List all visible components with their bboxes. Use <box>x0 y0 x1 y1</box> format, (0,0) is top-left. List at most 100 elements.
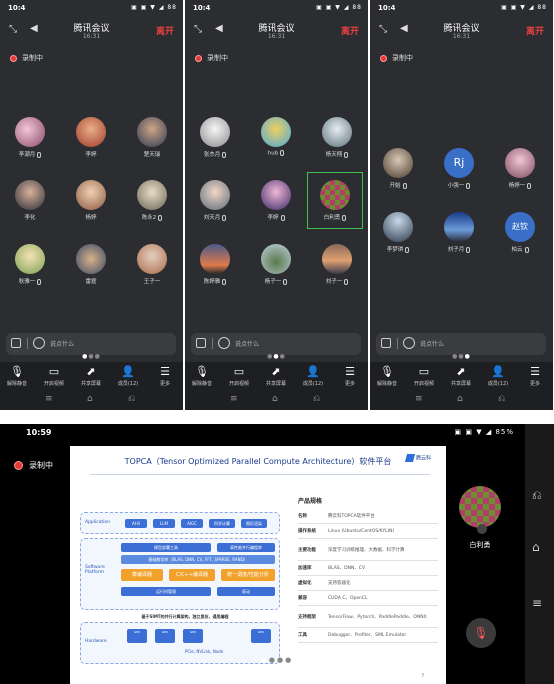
chat-bar[interactable]: 说点什么 <box>376 333 546 355</box>
mic-icon <box>222 151 227 158</box>
chat-icon[interactable] <box>11 338 21 348</box>
self-name: 白利勇 <box>469 541 491 549</box>
participant-tile[interactable]: 秋雅一 <box>8 244 52 285</box>
status-bar: 10:4 ▣ ▣ ▼ ◢ 88 <box>0 0 183 16</box>
unmute-button[interactable]: 🎙 解除静音 <box>0 365 34 387</box>
toolbar-label: 解除静音 <box>376 381 397 387</box>
members-button[interactable]: 👤 成员(12) <box>296 365 330 387</box>
participant-tile[interactable]: 李婷 <box>69 117 113 158</box>
home-nav-icon[interactable]: ⌂ <box>457 394 463 404</box>
back-nav-icon[interactable]: ⎌ <box>128 394 135 404</box>
video-button[interactable]: ▭ 开启视频 <box>37 365 71 387</box>
participant-tile[interactable]: 刘子一 <box>315 244 359 285</box>
interconnect-label: PCIe, NVLink, Node <box>185 649 224 654</box>
participant-name: 李婷 <box>85 152 97 158</box>
participant-tile[interactable]: 陈永2 <box>130 180 174 221</box>
spec-value: Linux (Ubuntu/CentOS/KYLIN) <box>328 528 395 534</box>
unmute-button[interactable]: 🎙 解除静音 <box>370 365 404 387</box>
participant-tile[interactable]: 李婷 <box>254 180 298 221</box>
menu-nav-icon[interactable]: ≡ <box>532 596 542 610</box>
chat-bar[interactable]: 说点什么 <box>6 333 176 355</box>
participant-tile[interactable]: 李潮月 <box>8 117 52 158</box>
avatar <box>261 244 291 274</box>
members-button[interactable]: 👤 成员(12) <box>111 365 145 387</box>
mic-icon <box>37 278 42 285</box>
more-button[interactable]: ☰ 更多 <box>148 365 182 387</box>
chat-placeholder[interactable]: 说点什么 <box>50 339 74 348</box>
mic-icon <box>342 214 347 221</box>
emoji-icon[interactable] <box>33 337 45 349</box>
participant-name: 杨婷一 <box>508 183 526 189</box>
spec-heading: 产品规格 <box>298 498 323 505</box>
participant-tile[interactable]: 杨婷一 <box>498 148 542 189</box>
spec-key: 兼容 <box>298 596 307 601</box>
members-icon: 👤 <box>306 365 320 378</box>
participant-tile[interactable]: 陈婷雅 <box>193 244 237 285</box>
chat-icon[interactable] <box>196 338 206 348</box>
leave-button[interactable]: 离开 <box>526 24 544 37</box>
participant-tile[interactable]: 刘子月 <box>437 212 481 253</box>
spec-key: 工具 <box>298 633 307 638</box>
participant-tile[interactable]: 楚天瑞 <box>130 117 174 158</box>
avatar <box>200 117 230 147</box>
participant-tile[interactable]: Rj 小强一 <box>437 148 481 189</box>
meeting-header: ⤡ ◀ 腾讯会议 16:31 离开 <box>185 18 368 44</box>
status-icons: ▣ ▣ ▼ ◢ 88 <box>131 4 177 11</box>
more-button[interactable]: ☰ 更多 <box>333 365 367 387</box>
recording-indicator: 录制中 <box>195 53 228 63</box>
members-button[interactable]: 👤 成员(12) <box>481 365 515 387</box>
mic-icon <box>222 278 227 285</box>
participant-tile[interactable]: 开始 <box>376 148 420 189</box>
leave-button[interactable]: 离开 <box>341 24 359 37</box>
participant-name: 杨天翔 <box>325 152 343 158</box>
participant-tile[interactable]: 杨天翔 <box>315 117 359 158</box>
participant-tile[interactable]: 李化 <box>8 180 52 221</box>
mute-toggle-button[interactable]: 🎙 <box>466 618 496 648</box>
recording-indicator: 录制中 <box>380 53 413 63</box>
app-pill: 图形渲染 <box>241 519 267 528</box>
chat-placeholder[interactable]: 说点什么 <box>420 339 444 348</box>
chat-bar[interactable]: 说点什么 <box>191 333 361 355</box>
toolbar-label: 更多 <box>344 381 355 387</box>
participant-tile[interactable]: 王子一 <box>130 244 174 285</box>
share-screen-button[interactable]: ⬈ 共享屏幕 <box>444 365 478 387</box>
participant-tile-active[interactable]: 白利勇 <box>313 180 357 221</box>
participant-tile[interactable]: hub <box>254 117 298 157</box>
video-button[interactable]: ▭ 开启视频 <box>222 365 256 387</box>
more-button[interactable]: ☰ 更多 <box>518 365 552 387</box>
unmute-button[interactable]: 🎙 解除静音 <box>185 365 219 387</box>
back-nav-icon[interactable]: ⎌ <box>498 394 505 404</box>
participant-tile[interactable]: 赵钦 柏云 <box>498 212 542 253</box>
participant-tile[interactable]: 杨子一 <box>254 244 298 285</box>
video-button[interactable]: ▭ 开启视频 <box>407 365 441 387</box>
spec-row: 支持框架 TensorFlow、Pytorch、PaddlePaddle、ONNX <box>298 606 438 628</box>
participant-name: 李潮月 <box>18 152 36 158</box>
back-nav-icon[interactable]: ⎌ <box>313 394 320 404</box>
menu-nav-icon[interactable]: ≡ <box>415 394 423 404</box>
menu-nav-icon[interactable]: ≡ <box>230 394 238 404</box>
chat-icon[interactable] <box>381 338 391 348</box>
share-screen-button[interactable]: ⬈ 共享屏幕 <box>74 365 108 387</box>
menu-nav-icon[interactable]: ≡ <box>45 394 53 404</box>
participant-tile[interactable]: 刘天月 <box>193 180 237 221</box>
home-nav-icon[interactable]: ⌂ <box>272 394 278 404</box>
participant-tile[interactable]: 雷霆 <box>69 244 113 285</box>
participant-name: 李婷 <box>267 215 279 221</box>
system-nav-bar: ≡ ⌂ ⎌ <box>185 390 368 410</box>
leave-button[interactable]: 离开 <box>156 24 174 37</box>
participant-tile[interactable]: 杨婷 <box>69 180 113 221</box>
back-nav-icon[interactable]: ⎌ <box>532 488 542 503</box>
avatar <box>261 180 291 210</box>
participant-tile[interactable]: 张杰月 <box>193 117 237 158</box>
participant-tile[interactable]: 李梦琪 <box>376 212 420 253</box>
mic-icon <box>158 214 163 221</box>
home-nav-icon[interactable]: ⌂ <box>87 394 93 404</box>
emoji-icon[interactable] <box>218 337 230 349</box>
chat-placeholder[interactable]: 说点什么 <box>235 339 259 348</box>
emoji-icon[interactable] <box>403 337 415 349</box>
toolbar-label: 开启视频 <box>43 381 64 387</box>
avatar <box>200 180 230 210</box>
share-screen-button[interactable]: ⬈ 共享屏幕 <box>259 365 293 387</box>
home-nav-icon[interactable]: ⌂ <box>532 540 540 554</box>
self-video-tile[interactable]: 白利勇 <box>458 486 502 550</box>
